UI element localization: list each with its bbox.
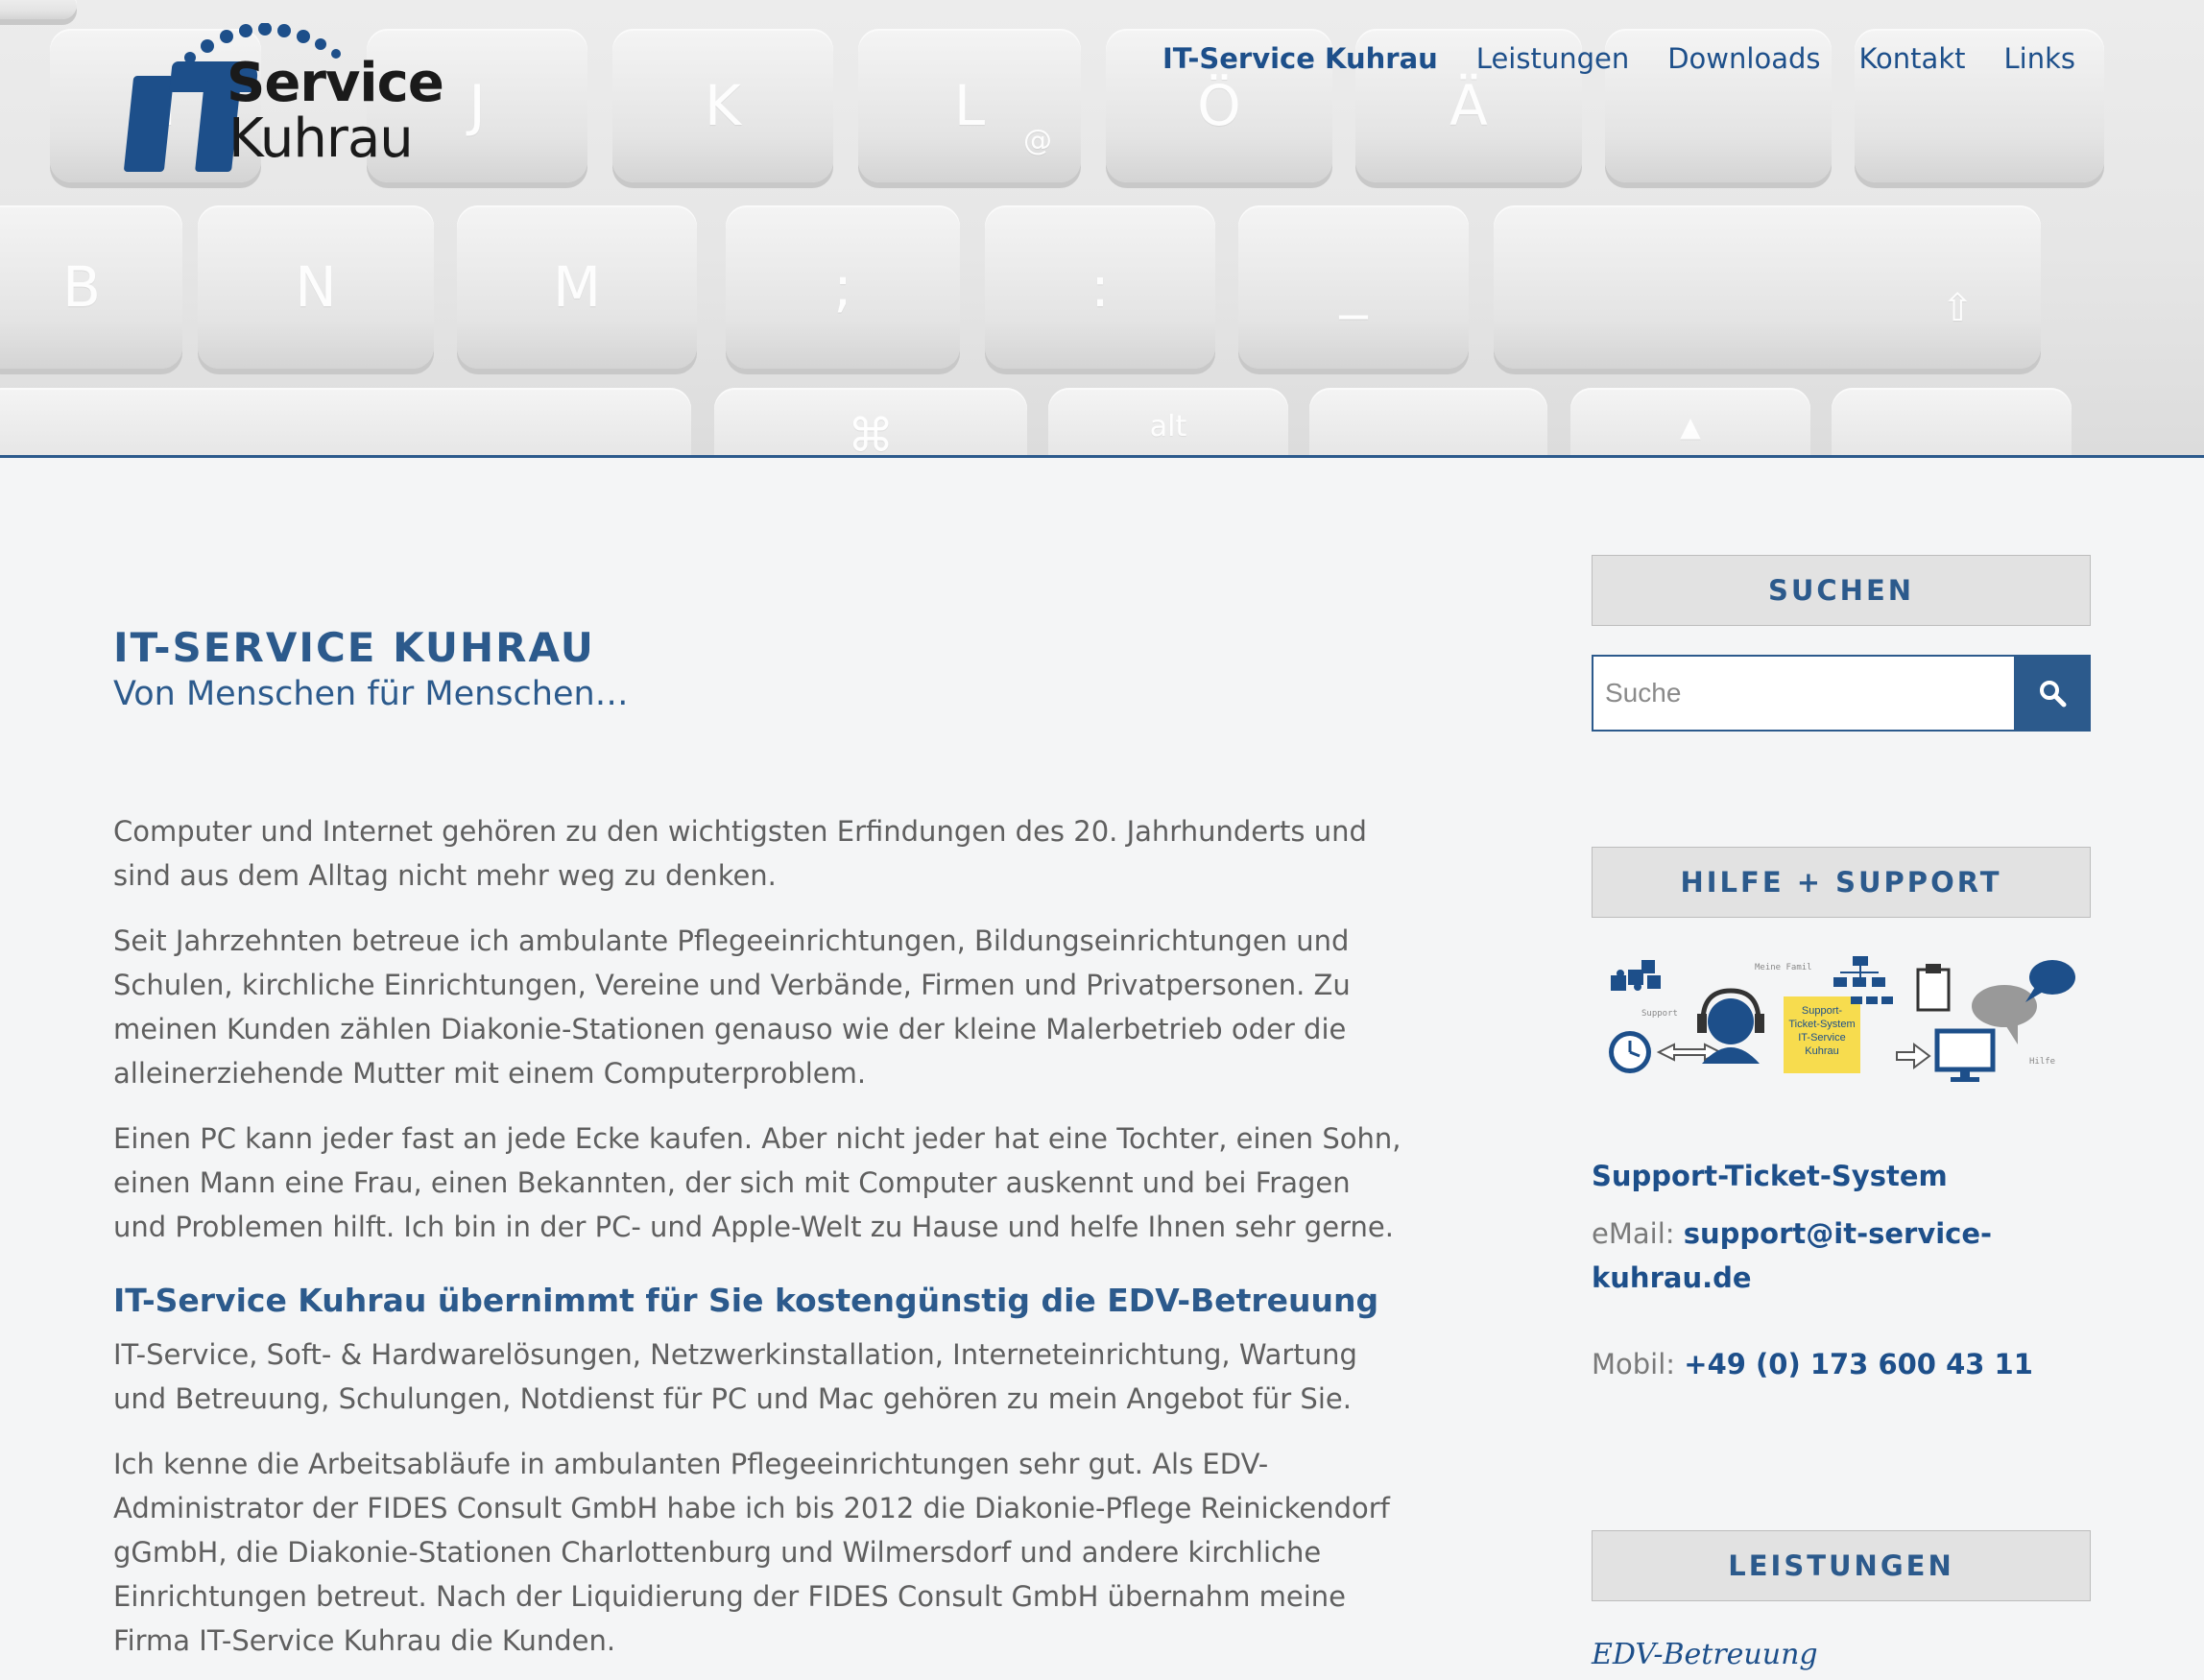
support-illustration-graphic: Support Meine Famil Support- Ticket-Syst… (1609, 956, 2075, 1082)
keyboard-key-m: M (457, 205, 697, 369)
shift-arrow-icon: ⇧ (1941, 286, 1974, 330)
main-content: IT-SERVICE KUHRAU Von Menschen für Mensc… (113, 624, 1409, 1663)
email-line: eMail: support@it-service-kuhrau.de (1592, 1212, 2091, 1300)
support-art-label-hilfe: Hilfe (2029, 1057, 2055, 1067)
support-widget-title: HILFE + SUPPORT (1592, 847, 2091, 918)
page-title: IT-SERVICE KUHRAU (113, 624, 595, 671)
note-line-3: IT-Service (1798, 1032, 1846, 1044)
intro-paragraph: Computer und Internet gehören zu den wic… (113, 815, 1367, 892)
nav-item-leistungen[interactable]: Leistungen (1476, 42, 1629, 75)
help-paragraph: Einen PC kann jeder fast an jede Ecke ka… (113, 1122, 1401, 1243)
keyboard-key-colon: : (985, 205, 1215, 369)
support-ticket-link[interactable]: Support-Ticket-System (1592, 1160, 2091, 1192)
experience-paragraph: Ich kenne die Arbeitsabläufe in ambulant… (113, 1448, 1390, 1657)
leistungen-widget-title: LEISTUNGEN (1592, 1530, 2091, 1601)
nav-item-links[interactable]: Links (2004, 42, 2076, 75)
keyboard-key-l: L @ (858, 29, 1081, 182)
keyboard-key-space (0, 388, 691, 455)
keyboard-key-k: K (612, 29, 833, 182)
support-illustration[interactable]: Support Meine Famil Support- Ticket-Syst… (1592, 956, 2091, 1091)
nav-item-home[interactable]: IT-Service Kuhrau (1162, 42, 1438, 75)
section-title: IT-Service Kuhrau übernimmt für Sie kost… (113, 1282, 1379, 1319)
sidebar: SUCHEN HILFE + SUPPORT Support (1592, 555, 2091, 1671)
keyboard-key-shift: ⇧ (1494, 205, 2041, 369)
site-logo[interactable]: Service Kuhrau (123, 23, 444, 172)
header-banner: H J K L @ Ö Ä B N M ; : _ ⇧ ⌘ alt ▲ (0, 0, 2204, 458)
clients-paragraph: Seit Jahrzehnten betreue ich ambulante P… (113, 924, 1351, 1090)
keyboard-key (1309, 388, 1547, 455)
search-form (1592, 655, 2091, 732)
keyboard-key (1832, 388, 2072, 455)
note-line-2: Ticket-System (1788, 1019, 1855, 1030)
keyboard-key-b: B (0, 205, 182, 369)
support-art-label-family: Meine Famil (1755, 963, 1812, 972)
mobile-link[interactable]: +49 (0) 173 600 43 11 (1684, 1348, 2033, 1380)
logo-text-kuhrau: Kuhrau (228, 108, 414, 170)
keyboard-key-n: N (198, 205, 434, 369)
up-arrow-icon: ▲ (1680, 410, 1701, 443)
note-line-4: Kuhrau (1805, 1045, 1838, 1057)
leistungen-item-edv[interactable]: EDV-Betreuung (1592, 1638, 2091, 1671)
nav-item-kontakt[interactable]: Kontakt (1858, 42, 1965, 75)
search-icon (2040, 681, 2067, 708)
at-symbol: @ (1023, 124, 1052, 157)
keyboard-key-up: ▲ (1570, 388, 1810, 455)
nav-item-downloads[interactable]: Downloads (1667, 42, 1820, 75)
main-nav: IT-Service Kuhrau Leistungen Downloads K… (1162, 42, 2075, 75)
search-widget-title: SUCHEN (1592, 555, 2091, 626)
keyboard-key-alt: alt (1048, 388, 1288, 455)
services-paragraph: IT-Service, Soft- & Hardwarelösungen, Ne… (113, 1338, 1357, 1415)
mobile-line: Mobil: +49 (0) 173 600 43 11 (1592, 1342, 2091, 1386)
search-button[interactable] (2014, 655, 2091, 732)
page-subtitle: Von Menschen für Menschen… (113, 675, 629, 713)
keyboard-key-semicolon: ; (726, 205, 960, 369)
logo-text-service: Service (227, 52, 444, 114)
note-line-1: Support- (1802, 1005, 1843, 1017)
keyboard-key-cmd: ⌘ (714, 388, 1027, 455)
keyboard-key-underscore: _ (1238, 205, 1469, 369)
search-input[interactable] (1592, 655, 2014, 732)
email-label: eMail: (1592, 1217, 1675, 1250)
support-art-label-support: Support (1641, 1009, 1678, 1019)
mobile-label: Mobil: (1592, 1348, 1676, 1380)
logo-letter-i (123, 76, 175, 172)
keyboard-key (0, 0, 77, 19)
